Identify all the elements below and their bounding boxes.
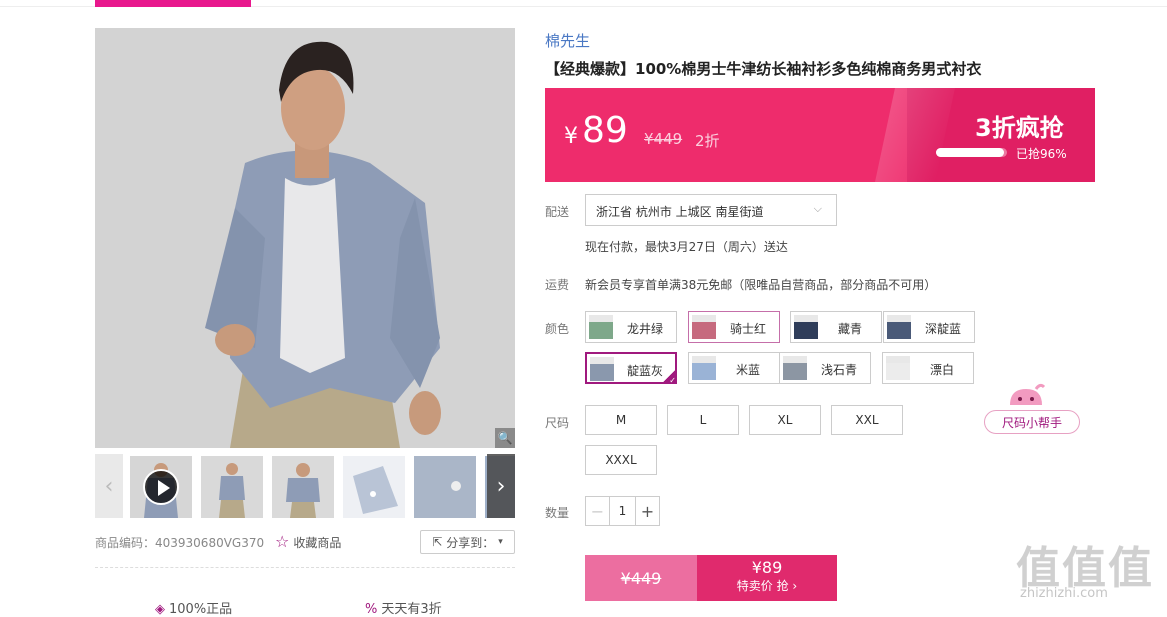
color-swatch [590,357,614,381]
thumbnail-5[interactable] [414,456,476,518]
color-swatch [783,356,807,380]
color-option-rice-blue[interactable]: 米蓝 [688,352,780,384]
size-option-xxxl[interactable]: XXXL [585,445,657,475]
active-top-tab-indicator [95,0,251,7]
favorite-button[interactable]: ☆ 收藏商品 [275,532,341,551]
favorite-label: 收藏商品 [293,536,342,550]
promise-discount: % 天天有3折 [365,598,442,617]
thumbnail-image [201,456,263,518]
promise-authentic: ◈ 100%正品 [155,598,232,617]
buy-now-label: 特卖价 抢 › [736,579,798,593]
discount-icon: % [365,602,378,617]
product-title: 【经典爆款】100%棉男士牛津纺长袖衬衫多色纯棉商务男式衬衣 [545,60,982,78]
buy-original-price[interactable]: ¥449 [585,555,697,601]
flash-sale-label: 3折疯抢 [975,114,1064,142]
color-label: 颜色 [545,322,570,336]
thumbnail-video[interactable] [130,456,192,518]
address-selector[interactable]: 浙江省 杭州市 上城区 南星街道 ⌵ [585,194,837,226]
thumbnail-image [414,456,476,518]
quantity-value[interactable]: 1 [610,504,635,518]
color-option-navy[interactable]: 藏青 [790,311,882,343]
delivery-label: 配送 [545,205,570,219]
model-photo [95,28,515,448]
color-swatch [887,315,911,339]
main-product-image[interactable]: 🔍 [95,28,515,448]
color-option-label: 米蓝 [735,363,760,377]
color-option-label: 骑士红 [729,322,766,336]
color-option-light-stone[interactable]: 浅石青 [779,352,871,384]
star-icon: ☆ [275,532,290,551]
chevron-down-icon: ⌵ [813,202,822,215]
share-icon: ⇱ [432,535,443,549]
thumbnail-2[interactable] [201,456,263,518]
color-option-knight-red[interactable]: 骑士红 [688,311,780,343]
color-swatch [692,315,716,339]
buy-button-group: ¥449 ¥89 特卖价 抢 › [585,555,837,601]
size-option-m[interactable]: M [585,405,657,435]
original-price: ¥449 [644,130,683,148]
share-label: 分享到： [446,535,495,550]
color-option-label: 龙井绿 [626,322,663,336]
size-label: 尺码 [545,416,570,430]
color-swatch [589,315,613,339]
sold-percentage: 已抢96% [1016,147,1067,161]
color-option-label: 藏青 [837,322,862,336]
current-price: 89 [582,110,628,151]
brand-link[interactable]: 棉先生 [545,30,590,51]
divider [95,567,515,568]
caret-down-icon: ▾ [498,537,503,547]
color-option-bleached-white[interactable]: 漂白 [882,352,974,384]
color-swatch [886,356,910,380]
site-watermark-url: zhizhizhi.com [1020,586,1108,601]
quantity-decrease-button[interactable]: − [586,497,610,525]
delivery-eta: 现在付款，最快3月27日（周六）送达 [585,240,788,254]
size-option-l[interactable]: L [667,405,739,435]
size-helper-button[interactable]: 尺码小帮手 [984,410,1080,434]
buy-now-price: ¥89 [751,558,783,577]
product-sku: 商品编码：403930680VG370 [95,536,265,550]
size-option-xxl[interactable]: XXL [831,405,903,435]
color-swatch [692,356,716,380]
sold-progress-fill [936,148,1005,157]
price-banner: ¥ 89 ¥449 2折 3折疯抢 已抢96% [545,88,1095,182]
mascot-icon [1010,383,1046,405]
shield-icon: ◈ [155,602,165,617]
color-option-indigo-grey[interactable]: 靛蓝灰 [585,352,677,385]
quantity-stepper: − 1 + [585,496,660,526]
share-dropdown[interactable]: ⇱ 分享到： ▾ [420,530,515,554]
address-value: 浙江省 杭州市 上城区 南星街道 [596,205,764,219]
currency-symbol: ¥ [564,124,578,149]
quantity-label: 数量 [545,506,570,520]
thumbnail-4[interactable] [343,456,405,518]
thumbnail-image [272,456,334,518]
sold-progress-bar [936,148,1007,157]
thumbnail-next-button[interactable]: › [487,454,515,518]
thumbnail-strip: ‹ › [95,454,515,518]
size-option-xl[interactable]: XL [749,405,821,435]
product-meta-row: 商品编码：403930680VG370 ☆ 收藏商品 ⇱ 分享到： ▾ [95,530,515,554]
thumbnail-prev-button[interactable]: ‹ [95,454,123,518]
color-option-deep-indigo[interactable]: 深靛蓝 [883,311,975,343]
buy-now-button[interactable]: ¥89 特卖价 抢 › [697,555,837,601]
freight-label: 运费 [545,278,570,292]
thumbnail-3[interactable] [272,456,334,518]
color-option-longjing-green[interactable]: 龙井绿 [585,311,677,343]
quantity-increase-button[interactable]: + [635,497,659,525]
promise-authentic-label: 100%正品 [169,602,233,617]
color-swatch [794,315,818,339]
color-option-label: 漂白 [929,363,954,377]
magnifier-icon[interactable]: 🔍 [495,428,515,448]
freight-info: 新会员专享首单满38元免邮（限唯品自营商品，部分商品不可用） [585,278,937,292]
promise-discount-label: 天天有3折 [381,602,442,617]
selected-check-icon [662,369,676,385]
discount-rate: 2折 [695,132,720,150]
color-option-label: 深靛蓝 [924,322,961,336]
play-icon[interactable] [143,469,179,505]
color-option-label: 浅石青 [820,363,857,377]
thumbnail-image [343,456,405,518]
